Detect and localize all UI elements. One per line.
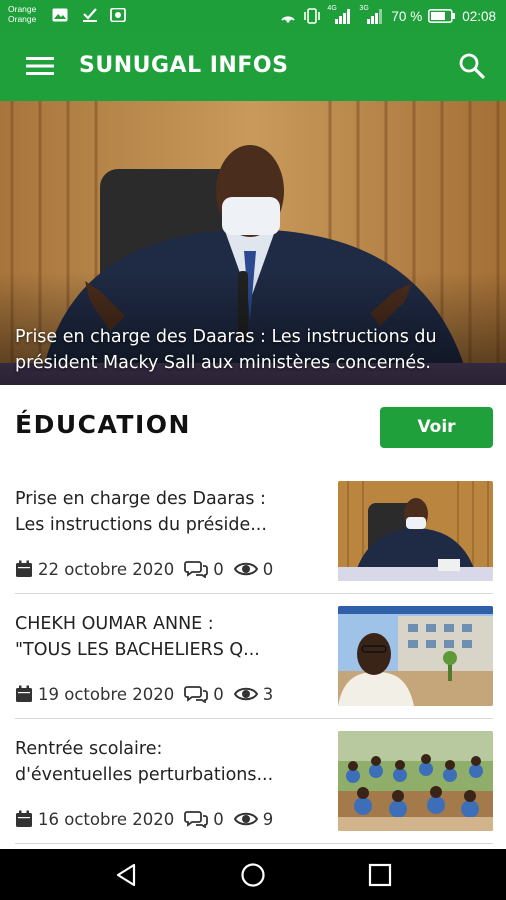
article-thumbnail (338, 481, 493, 581)
recents-icon[interactable] (366, 861, 394, 889)
battery-icon (428, 9, 456, 23)
article-date: 19 octobre 2020 (38, 684, 175, 704)
status-bar: Orange Orange 4G 3G 70 % 02:08 (0, 0, 506, 33)
article-title-line-2: d'éventuelles perturbations... (15, 765, 274, 785)
system-nav-bar (0, 849, 506, 900)
signal-3g-icon: 3G (359, 5, 385, 25)
comment-count: 0 (213, 809, 224, 829)
comment-count: 0 (213, 684, 224, 704)
article-meta: 16 octobre 2020 0 9 (15, 809, 273, 829)
article-title: CHEKH OUMAR ANNE : "TOUS LES BACHELIERS … (15, 611, 315, 663)
article-title-line-1: Prise en charge des Daaras : (15, 489, 266, 509)
view-count: 0 (262, 559, 274, 579)
download-done-icon (83, 8, 97, 22)
view-count: 3 (262, 684, 274, 704)
calendar-icon (16, 810, 32, 827)
views-eye-icon (233, 812, 258, 826)
section-title: ÉDUCATION (15, 410, 191, 439)
comments-icon (184, 811, 209, 828)
article-title: Prise en charge des Daaras : Les instruc… (15, 486, 315, 538)
views-eye-icon (233, 687, 258, 701)
carrier-line-1: Orange (8, 4, 37, 14)
comments-icon (184, 686, 209, 703)
back-icon[interactable] (112, 861, 140, 889)
article-item[interactable]: Rentrée scolaire: d'éventuelles perturba… (0, 731, 506, 856)
article-title-line-1: Rentrée scolaire: (15, 739, 163, 759)
vibrate-icon (304, 8, 321, 24)
article-thumbnail (338, 731, 493, 831)
hero-article[interactable]: Prise en charge des Daaras : Les instruc… (0, 101, 506, 385)
view-count: 9 (262, 809, 274, 829)
app-screen: Orange Orange 4G 3G 70 % 02:08 SUNUGAL I… (0, 0, 506, 900)
clock: 02:08 (462, 8, 496, 24)
article-title: Rentrée scolaire: d'éventuelles perturba… (15, 736, 315, 788)
divider (15, 843, 493, 844)
calendar-icon (16, 560, 32, 577)
article-thumbnail (338, 606, 493, 706)
hero-caption-line-1: Prise en charge des Daaras : Les instruc… (15, 327, 437, 347)
article-date: 16 octobre 2020 (38, 809, 175, 829)
menu-icon[interactable] (26, 55, 54, 77)
calendar-icon (16, 685, 32, 702)
article-title-line-1: CHEKH OUMAR ANNE : (15, 614, 214, 634)
carrier-label: Orange Orange (8, 4, 36, 24)
comment-count: 0 (213, 559, 224, 579)
hotspot-icon (281, 16, 296, 23)
article-meta: 22 octobre 2020 0 0 (15, 559, 273, 579)
voir-button[interactable]: Voir (380, 407, 493, 448)
status-right-group: 4G 3G 70 % 02:08 (279, 5, 496, 26)
article-item[interactable]: CHEKH OUMAR ANNE : "TOUS LES BACHELIERS … (0, 606, 506, 731)
carrier-line-2: Orange (8, 14, 37, 24)
image-notification-icon (52, 8, 68, 22)
search-icon[interactable] (458, 52, 486, 80)
divider (15, 718, 493, 719)
battery-percent: 70 % (391, 8, 423, 24)
article-title-line-2: "TOUS LES BACHELIERS Q... (15, 640, 260, 660)
signal-4g-icon: 4G (327, 5, 353, 25)
app-title: SUNUGAL INFOS (79, 53, 289, 78)
app-bar: SUNUGAL INFOS (0, 33, 506, 101)
article-title-line-2: Les instructions du préside... (15, 515, 267, 535)
article-date: 22 octobre 2020 (38, 559, 175, 579)
hero-caption-line-2: président Macky Sall aux ministères conc… (15, 353, 431, 373)
app-notification-icon (110, 8, 126, 22)
article-meta: 19 octobre 2020 0 3 (15, 684, 273, 704)
comments-icon (184, 561, 209, 578)
views-eye-icon (233, 562, 258, 576)
hero-caption: Prise en charge des Daaras : Les instruc… (15, 324, 495, 376)
home-icon[interactable] (239, 861, 267, 889)
article-item[interactable]: Prise en charge des Daaras : Les instruc… (0, 481, 506, 606)
divider (15, 593, 493, 594)
